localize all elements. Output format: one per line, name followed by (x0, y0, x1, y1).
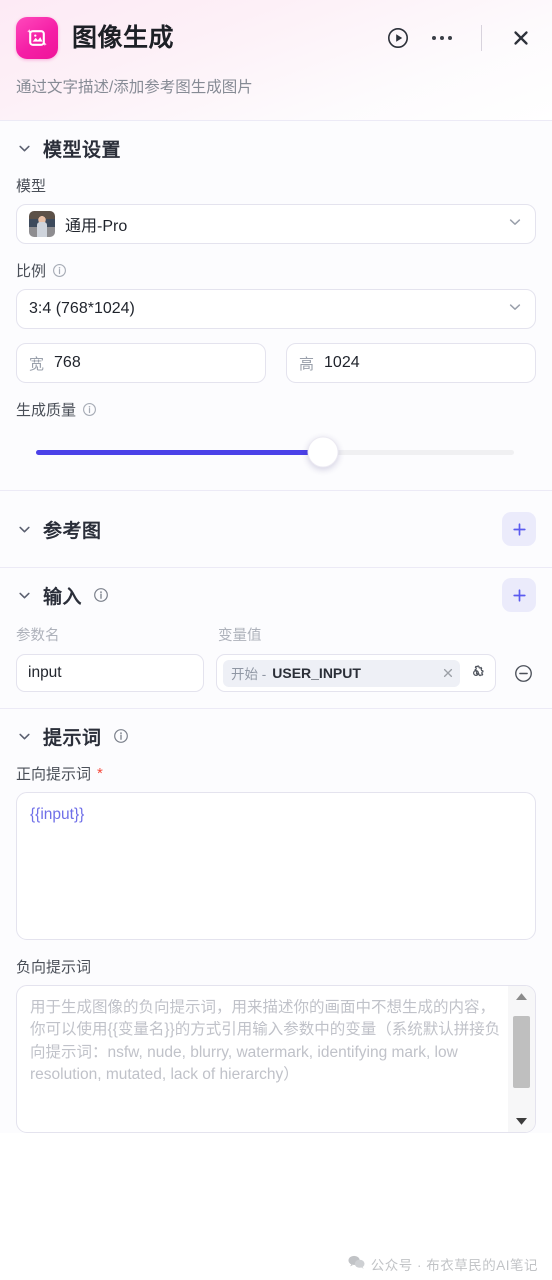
scrollbar-thumb[interactable] (513, 1016, 530, 1088)
col-variable-value: 变量值 (218, 628, 262, 644)
image-generation-panel: 图像生成 通过文字描述/添加参考图生成图片 模型设置 模型 通用-Pro 比例 … (0, 0, 552, 1280)
width-label: 宽 (29, 355, 45, 373)
chevron-down-icon[interactable] (16, 587, 32, 603)
add-input-param-button[interactable] (502, 578, 536, 612)
plus-icon (512, 588, 526, 602)
close-icon[interactable] (506, 23, 536, 53)
ratio-field-label: 比例 (16, 260, 536, 281)
negative-prompt-wrap: 用于生成图像的负向提示词，用来描述你的画面中不想生成的内容，你可以使用{{变量名… (16, 985, 536, 1133)
positive-prompt-label-text: 正向提示词 (16, 766, 92, 783)
negative-prompt-label-text: 负向提示词 (16, 959, 92, 976)
model-label-text: 模型 (16, 178, 47, 195)
chevron-down-icon (507, 299, 523, 320)
prompt-section: 提示词 正向提示词 * {{input}} 负向提示词 用于生成图像的负向提示词，… (0, 709, 552, 1133)
input-header[interactable]: 输入 (16, 568, 536, 622)
more-dots (432, 36, 452, 40)
add-reference-button[interactable] (502, 512, 536, 546)
ratio-label-text: 比例 (16, 263, 47, 280)
negative-prompt-textarea[interactable]: 用于生成图像的负向提示词，用来描述你的画面中不想生成的内容，你可以使用{{变量名… (16, 985, 536, 1133)
slider-thumb[interactable] (307, 436, 339, 468)
model-settings-section: 模型设置 模型 通用-Pro 比例 3:4 (768*1024) 宽 768 高… (0, 121, 552, 490)
variable-chip[interactable]: 开始 - USER_INPUT (223, 659, 460, 687)
info-circle-icon[interactable] (113, 728, 129, 744)
model-avatar (29, 211, 55, 237)
ratio-select-value: 3:4 (768*1024) (29, 300, 135, 317)
reference-title: 参考图 (43, 520, 102, 542)
info-circle-icon[interactable] (93, 587, 109, 603)
info-circle-icon[interactable] (82, 402, 97, 417)
input-title: 输入 (43, 586, 83, 608)
image-sparkle-icon (16, 17, 58, 59)
variable-value-field[interactable]: 开始 - USER_INPUT (216, 654, 496, 692)
chevron-down-icon[interactable] (16, 521, 32, 537)
negative-prompt-label: 负向提示词 (16, 956, 536, 977)
panel-subtitle: 通过文字描述/添加参考图生成图片 (16, 79, 253, 96)
quality-label-text: 生成质量 (16, 402, 77, 419)
more-horizontal-icon[interactable] (427, 23, 457, 53)
model-select[interactable]: 通用-Pro (16, 204, 536, 244)
quality-field-label: 生成质量 (16, 399, 536, 420)
positive-prompt-label: 正向提示词 * (16, 763, 536, 784)
width-input[interactable]: 宽 768 (16, 343, 266, 383)
col-param-name: 参数名 (16, 628, 60, 644)
gear-icon[interactable] (464, 661, 488, 685)
chip-value: USER_INPUT (272, 665, 361, 681)
scrollbar[interactable] (508, 986, 535, 1132)
model-settings-header[interactable]: 模型设置 (16, 121, 536, 175)
height-input[interactable]: 高 1024 (286, 343, 536, 383)
height-label: 高 (299, 355, 315, 373)
positive-prompt-textarea[interactable]: {{input}} (16, 792, 536, 940)
ratio-select[interactable]: 3:4 (768*1024) (16, 289, 536, 329)
chevron-down-icon[interactable] (16, 728, 32, 744)
header-divider (481, 25, 482, 51)
slider-fill (36, 449, 323, 455)
prompt-title: 提示词 (43, 727, 102, 749)
param-column-headers: 参数名 变量值 (16, 624, 536, 645)
chevron-down-icon[interactable] (16, 140, 32, 156)
reference-header[interactable]: 参考图 (16, 491, 536, 567)
panel-header: 图像生成 通过文字描述/添加参考图生成图片 (0, 0, 552, 120)
wechat-icon (348, 1255, 365, 1274)
param-name-input[interactable]: input (16, 654, 204, 692)
table-row: input 开始 - USER_INPUT (16, 654, 536, 692)
chevron-down-icon (507, 214, 523, 235)
triangle-down-icon[interactable] (514, 1116, 529, 1127)
minus-circle-icon[interactable] (510, 660, 536, 686)
width-value: 768 (54, 354, 81, 371)
header-row: 图像生成 (16, 14, 536, 62)
play-circle-icon[interactable] (383, 23, 413, 53)
slider-track (36, 436, 514, 468)
required-asterisk: * (97, 765, 103, 782)
page-title: 图像生成 (72, 23, 175, 52)
watermark: 公众号 · 布衣草民的AI笔记 (348, 1254, 538, 1274)
model-field-label: 模型 (16, 175, 536, 196)
watermark-text: 公众号 · 布衣草民的AI笔记 (370, 1258, 538, 1273)
quality-slider[interactable] (16, 428, 536, 476)
close-small-icon[interactable] (442, 667, 454, 679)
input-section: 输入 参数名 变量值 input 开始 - USER_INPUT (0, 568, 552, 708)
dimensions-row: 宽 768 高 1024 (16, 343, 536, 383)
prompt-header[interactable]: 提示词 (16, 709, 536, 763)
chip-prefix: 开始 - (231, 667, 267, 682)
triangle-up-icon[interactable] (514, 991, 529, 1002)
plus-icon (512, 522, 526, 536)
model-select-value: 通用-Pro (65, 218, 128, 235)
reference-section: 参考图 (0, 491, 552, 567)
model-settings-title: 模型设置 (43, 139, 122, 161)
height-value: 1024 (324, 354, 360, 371)
info-circle-icon[interactable] (52, 263, 67, 278)
